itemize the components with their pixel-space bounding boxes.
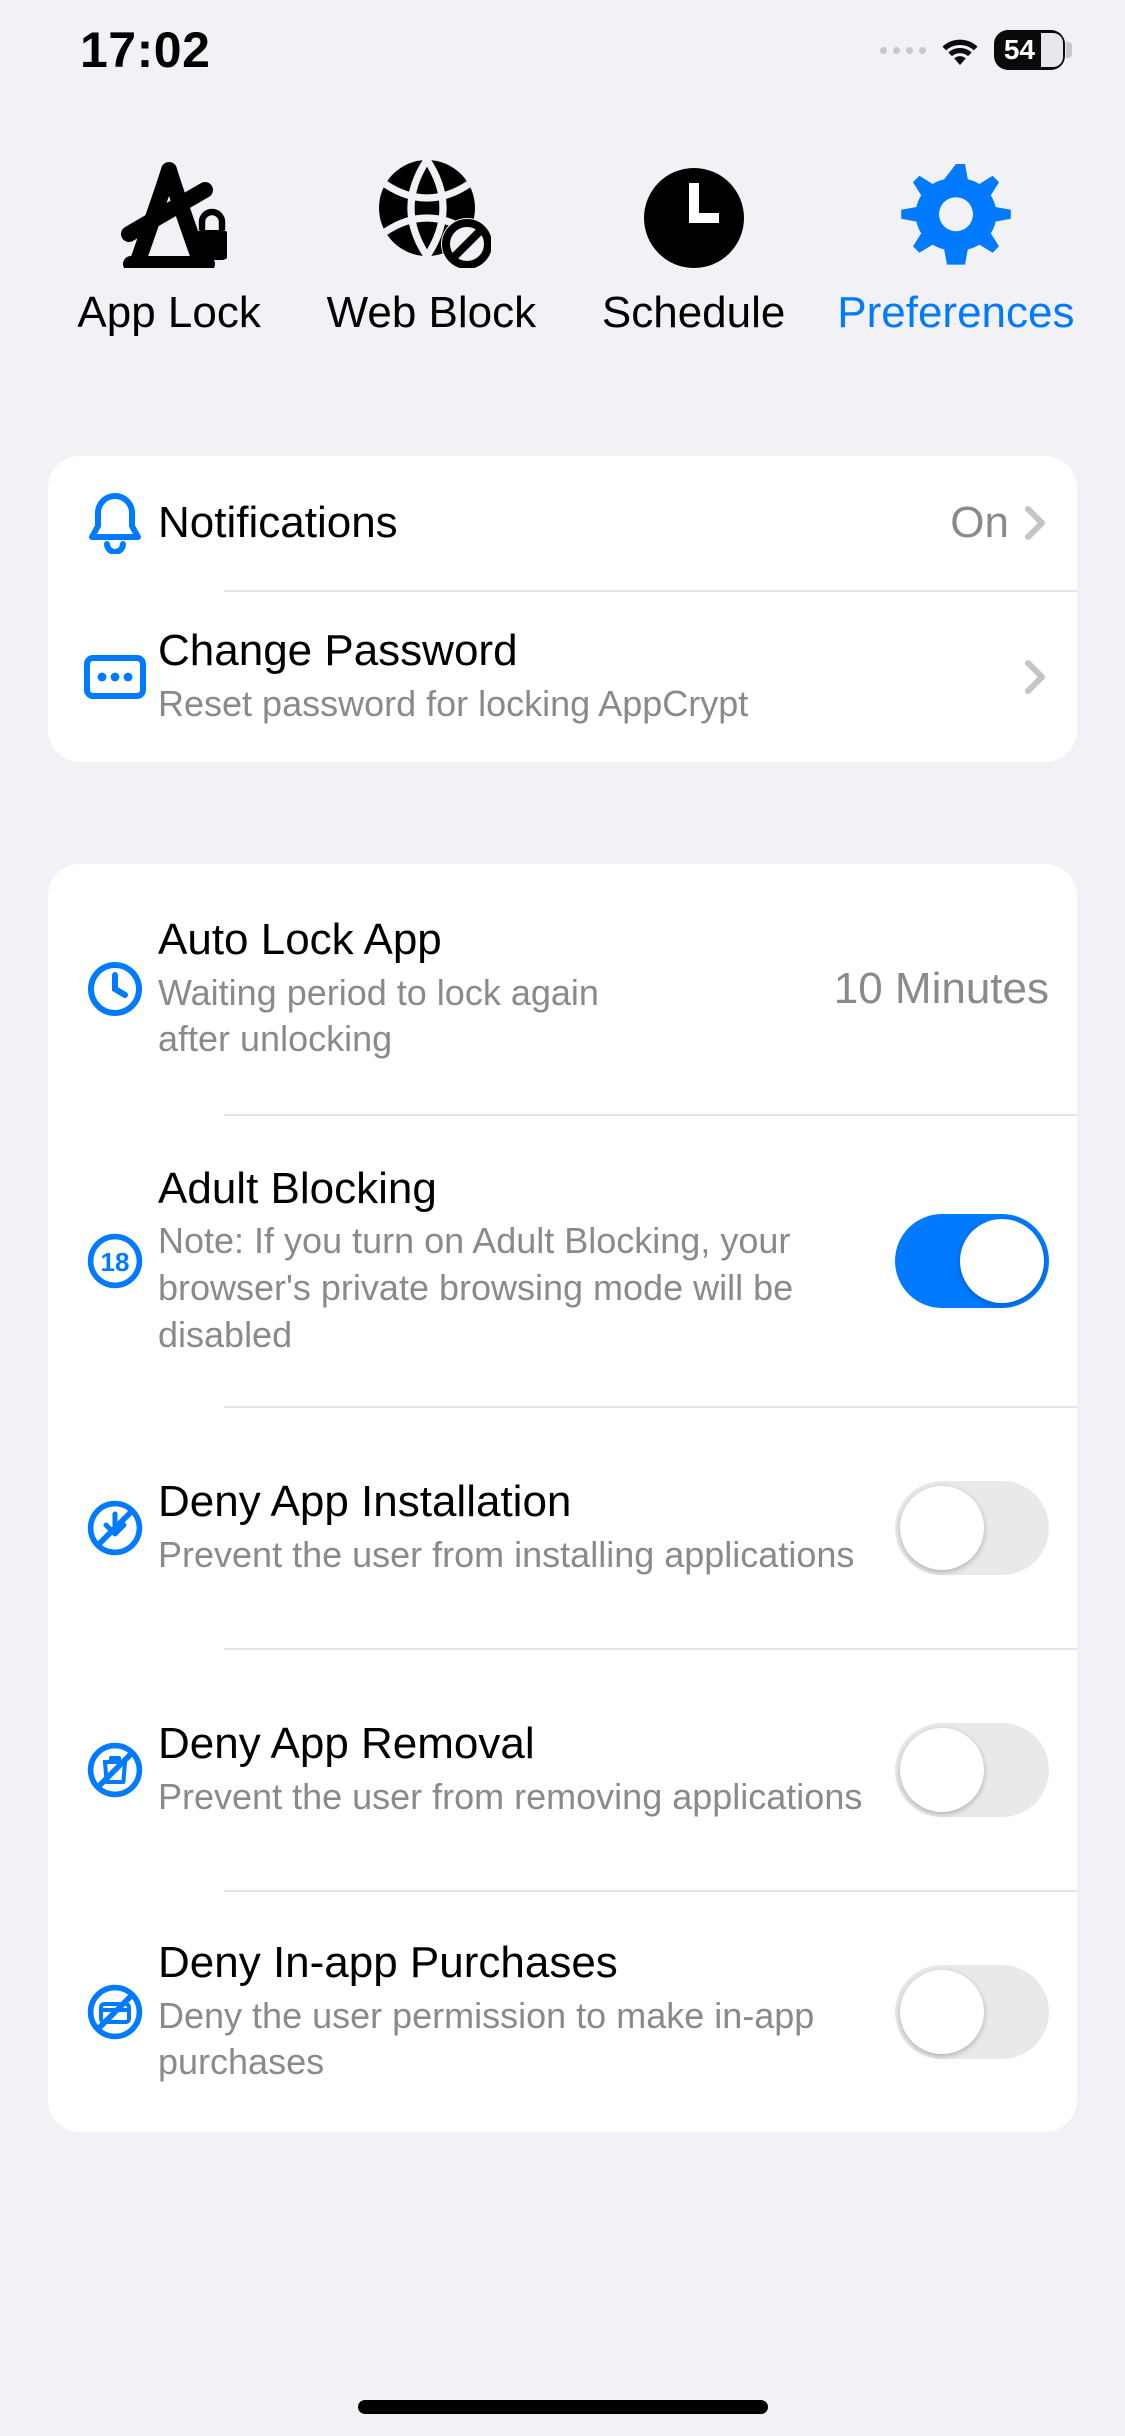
app-lock-icon (111, 148, 227, 268)
tab-app-lock[interactable]: App Lock (48, 148, 290, 338)
row-value: 10 Minutes (834, 964, 1049, 1014)
tab-label: Web Block (327, 288, 537, 338)
row-deny-install: Deny App Installation Prevent the user f… (48, 1408, 1077, 1648)
svg-text:18: 18 (101, 1247, 130, 1277)
row-title: Adult Blocking (158, 1164, 879, 1215)
battery-indicator: 54 (994, 30, 1065, 70)
tab-label: Schedule (602, 288, 785, 338)
row-change-password[interactable]: Change Password Reset password for locki… (48, 592, 1077, 762)
row-title: Auto Lock App (158, 915, 818, 966)
toggle-deny-iap[interactable] (895, 1965, 1049, 2059)
preferences-group-2: Auto Lock App Waiting period to lock aga… (48, 864, 1077, 2132)
status-right: 54 (880, 30, 1065, 70)
row-subtitle: Deny the user permission to make in-app … (158, 1993, 879, 2087)
row-deny-iap: Deny In-app Purchases Deny the user perm… (48, 1892, 1077, 2132)
tab-preferences[interactable]: Preferences (835, 148, 1077, 338)
clock-icon (72, 961, 158, 1017)
preferences-group-1: Notifications On Change Password Reset p… (48, 456, 1077, 762)
chevron-right-icon (1021, 655, 1049, 699)
row-title: Notifications (158, 498, 934, 549)
tab-web-block[interactable]: Web Block (310, 148, 552, 338)
row-notifications[interactable]: Notifications On (48, 456, 1077, 590)
chevron-right-icon (1021, 501, 1049, 545)
toggle-adult-blocking[interactable] (895, 1214, 1049, 1308)
row-title: Deny App Removal (158, 1719, 879, 1770)
status-bar: 17:02 54 (0, 0, 1125, 100)
row-title: Deny App Installation (158, 1477, 879, 1528)
row-deny-removal: Deny App Removal Prevent the user from r… (48, 1650, 1077, 1890)
preferences-icon (901, 148, 1011, 268)
row-title: Deny In-app Purchases (158, 1938, 879, 1989)
tab-schedule[interactable]: Schedule (573, 148, 815, 338)
row-value: On (950, 498, 1009, 548)
battery-percent: 54 (1004, 34, 1035, 66)
wifi-icon (940, 35, 980, 65)
status-time: 17:02 (80, 21, 210, 79)
row-adult-blocking: 18 Adult Blocking Note: If you turn on A… (48, 1116, 1077, 1406)
tab-label: Preferences (837, 288, 1074, 338)
toggle-deny-install[interactable] (895, 1481, 1049, 1575)
row-title: Change Password (158, 626, 1005, 677)
home-indicator (358, 2400, 768, 2414)
bell-icon (72, 492, 158, 554)
row-subtitle: Prevent the user from installing applica… (158, 1532, 879, 1579)
row-subtitle: Prevent the user from removing applicati… (158, 1774, 879, 1821)
no-download-icon (72, 1500, 158, 1556)
tab-label: App Lock (77, 288, 260, 338)
row-subtitle: Note: If you turn on Adult Blocking, you… (158, 1218, 879, 1358)
eighteen-icon: 18 (72, 1233, 158, 1289)
signal-dots-icon (880, 47, 926, 54)
schedule-icon (644, 148, 744, 268)
top-tabs: App Lock Web Block Schedule (0, 100, 1125, 338)
no-card-icon (72, 1984, 158, 2040)
web-block-icon (371, 148, 491, 268)
row-auto-lock[interactable]: Auto Lock App Waiting period to lock aga… (48, 864, 1077, 1114)
row-subtitle: Waiting period to lock again after unloc… (158, 970, 648, 1064)
password-icon (72, 655, 158, 699)
row-subtitle: Reset password for locking AppCrypt (158, 681, 1005, 728)
toggle-deny-removal[interactable] (895, 1723, 1049, 1817)
no-trash-icon (72, 1742, 158, 1798)
